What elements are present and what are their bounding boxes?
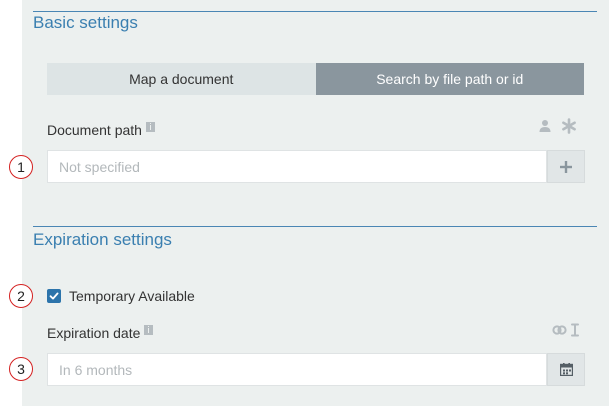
tab-search-file-path[interactable]: Search by file path or id bbox=[315, 63, 584, 95]
document-path-label: Document path bbox=[47, 122, 155, 138]
document-path-label-text: Document path bbox=[47, 122, 142, 138]
plus-icon bbox=[560, 160, 572, 173]
section-divider-expiration bbox=[33, 226, 597, 227]
document-path-input[interactable]: Not specified bbox=[47, 150, 547, 183]
marker-3: 3 bbox=[9, 357, 33, 381]
expiration-settings-title: Expiration settings bbox=[33, 230, 172, 249]
info-icon[interactable] bbox=[144, 325, 154, 335]
text-cursor-icon[interactable] bbox=[571, 323, 579, 342]
temporary-available-checkbox[interactable] bbox=[47, 289, 61, 303]
asterisk-icon[interactable] bbox=[561, 118, 577, 139]
tab-map-document[interactable]: Map a document bbox=[47, 63, 316, 95]
link-icon[interactable] bbox=[552, 323, 568, 342]
section-divider-top bbox=[33, 11, 597, 12]
temporary-available-label: Temporary Available bbox=[69, 288, 195, 304]
document-source-tabs: Map a document Search by file path or id bbox=[47, 63, 584, 95]
add-document-button[interactable] bbox=[547, 150, 585, 183]
expiration-date-label-text: Expiration date bbox=[47, 325, 141, 341]
date-picker-button[interactable] bbox=[547, 353, 585, 386]
expiration-date-input[interactable]: In 6 months bbox=[47, 353, 547, 386]
calendar-icon bbox=[559, 363, 573, 376]
user-icon[interactable] bbox=[538, 119, 552, 138]
marker-1: 1 bbox=[9, 155, 33, 179]
checkmark-icon bbox=[49, 292, 59, 300]
settings-panel bbox=[22, 0, 609, 406]
marker-2: 2 bbox=[9, 284, 33, 308]
info-icon[interactable] bbox=[145, 122, 155, 132]
basic-settings-title: Basic settings bbox=[33, 13, 138, 32]
expiration-date-label: Expiration date bbox=[47, 325, 154, 341]
